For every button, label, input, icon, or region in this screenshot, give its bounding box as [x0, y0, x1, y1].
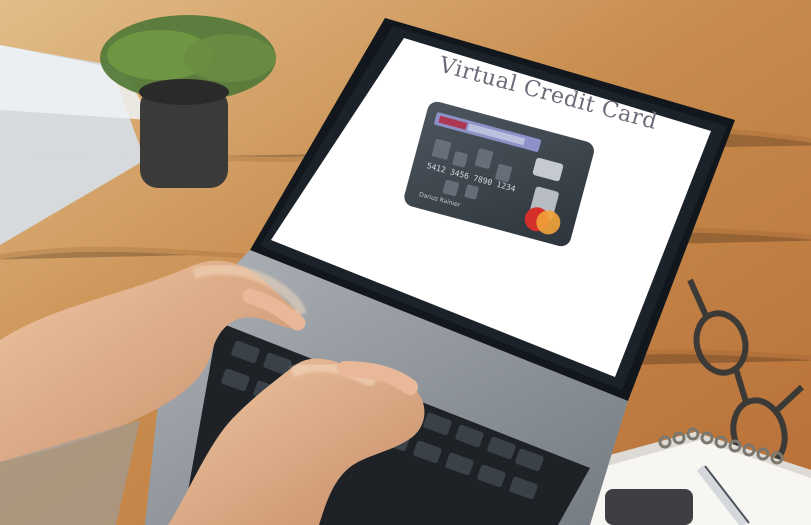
photo-scene: Virtual Credit Card 5412 3456 7890 1234 …	[0, 0, 811, 525]
photo-illustration: Virtual Credit Card 5412 3456 7890 1234 …	[0, 0, 811, 525]
